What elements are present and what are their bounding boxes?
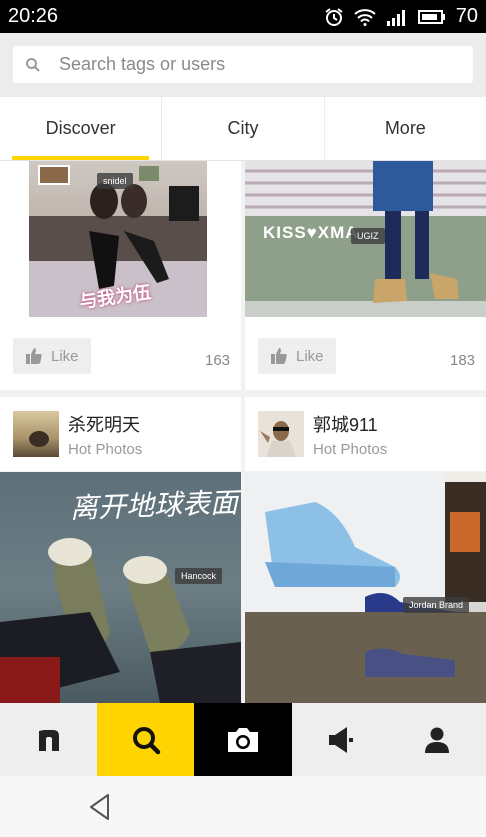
like-button[interactable]: Like bbox=[258, 338, 336, 374]
megaphone-icon bbox=[329, 726, 354, 753]
photo-tag[interactable]: Hancock bbox=[175, 568, 223, 584]
alarm-icon bbox=[325, 7, 343, 26]
search-box[interactable] bbox=[13, 46, 473, 83]
home-n-icon bbox=[38, 729, 59, 751]
photo-tag[interactable]: Jordan Brand bbox=[403, 597, 470, 613]
avatar bbox=[13, 411, 59, 457]
search-icon bbox=[132, 726, 161, 754]
back-icon[interactable] bbox=[88, 792, 112, 822]
tab-city[interactable]: City bbox=[162, 97, 325, 160]
nav-camera[interactable] bbox=[194, 703, 292, 776]
photo-thumbnail[interactable]: snidel 与我为伍 bbox=[29, 161, 207, 317]
tab-bar: Discover City More bbox=[0, 97, 486, 161]
profile-icon bbox=[425, 727, 450, 753]
camera-icon bbox=[227, 727, 258, 752]
battery-icon bbox=[417, 9, 445, 24]
search-bar bbox=[0, 33, 486, 97]
status-time: 20:26 bbox=[8, 5, 59, 27]
tab-more[interactable]: More bbox=[325, 97, 486, 160]
like-label: Like bbox=[51, 347, 79, 365]
photo-card: snidel 与我为伍 Like 163 bbox=[0, 161, 241, 390]
search-input[interactable] bbox=[59, 54, 419, 75]
like-count: 183 bbox=[450, 352, 476, 369]
photo-thumbnail[interactable]: 离开地球表面 Hancock bbox=[0, 472, 241, 703]
tab-discover[interactable]: Discover bbox=[0, 97, 163, 160]
avatar bbox=[258, 411, 304, 457]
like-label: Like bbox=[296, 347, 324, 365]
like-button[interactable]: Like bbox=[13, 338, 91, 374]
nav-home[interactable] bbox=[0, 703, 97, 776]
photo-feed: snidel 与我为伍 Like 163 KISS♥XMA UGIZ Like … bbox=[0, 161, 486, 703]
nav-notifications[interactable] bbox=[292, 703, 389, 776]
battery-level: 70 bbox=[455, 5, 478, 27]
bottom-nav bbox=[0, 703, 486, 776]
photo-tag[interactable]: snidel bbox=[97, 173, 133, 189]
user-name: 杀死明天 bbox=[68, 415, 140, 435]
photo-image bbox=[245, 472, 486, 703]
photo-caption: 离开地球表面 bbox=[69, 487, 239, 524]
user-subtitle: Hot Photos bbox=[68, 441, 143, 458]
wifi-icon bbox=[354, 8, 376, 26]
photo-tag[interactable]: UGIZ bbox=[351, 228, 385, 244]
photo-thumbnail[interactable]: KISS♥XMA UGIZ bbox=[245, 161, 486, 317]
search-icon bbox=[26, 57, 40, 72]
photo-caption: KISS♥XMA bbox=[263, 223, 359, 242]
user-name: 郭城911 bbox=[313, 415, 378, 435]
thumbs-up-icon bbox=[271, 348, 287, 364]
thumbs-up-icon bbox=[26, 348, 42, 364]
like-count: 163 bbox=[205, 352, 231, 369]
signal-icon bbox=[386, 9, 405, 26]
status-bar: 20:26 70 bbox=[0, 0, 486, 33]
user-item[interactable]: 郭城911 Hot Photos bbox=[245, 397, 486, 471]
photo-thumbnail[interactable]: Jordan Brand bbox=[245, 472, 486, 703]
nav-search[interactable] bbox=[97, 703, 195, 776]
photo-card: KISS♥XMA UGIZ Like 183 bbox=[245, 161, 486, 390]
system-nav-bar bbox=[0, 776, 486, 837]
nav-profile[interactable] bbox=[389, 703, 486, 776]
user-item[interactable]: 杀死明天 Hot Photos bbox=[0, 397, 241, 471]
user-subtitle: Hot Photos bbox=[313, 441, 388, 458]
